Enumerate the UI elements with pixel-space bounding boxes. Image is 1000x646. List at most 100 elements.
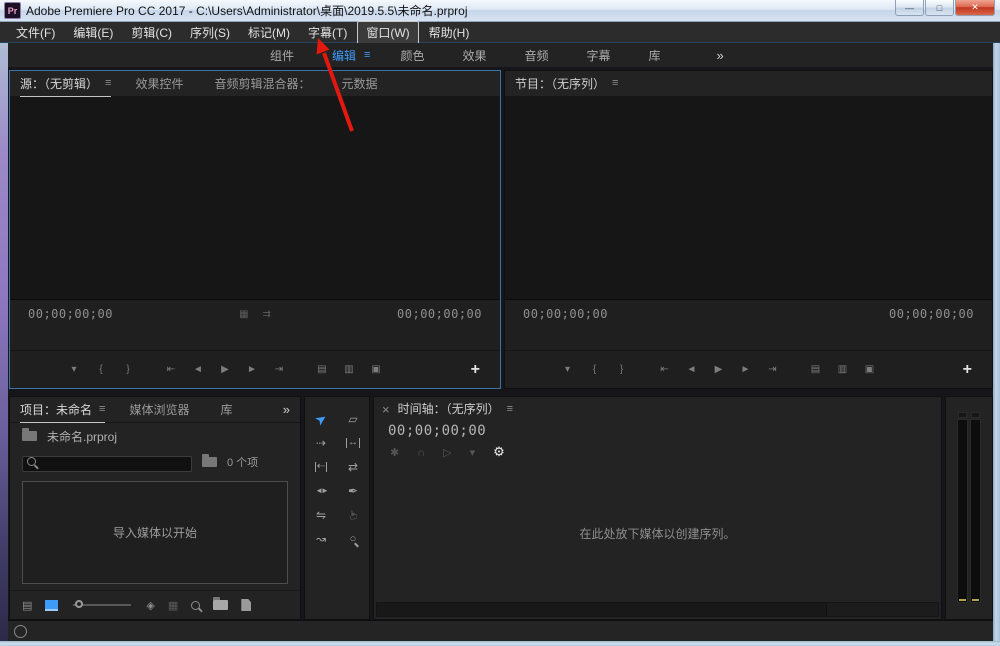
minimize-button[interactable]: —	[895, 0, 924, 16]
mark-out-icon[interactable]: }	[121, 364, 135, 375]
menu-clip[interactable]: 剪辑(C)	[123, 22, 180, 43]
workspace-tab-audio[interactable]: 音频	[524, 47, 556, 64]
menu-edit[interactable]: 编辑(E)	[65, 22, 121, 43]
tab-timeline[interactable]: 时间轴：（无序列） ≡	[398, 396, 513, 422]
rolling-edit-tool[interactable]: ⇠	[308, 457, 334, 477]
tab-project[interactable]: 项目：未命名≡	[20, 397, 105, 423]
play-icon[interactable]: ▶	[218, 364, 232, 375]
selection-tool[interactable]: ➤	[308, 409, 334, 429]
overwrite-icon[interactable]: ▥	[836, 364, 850, 375]
workspace-tab-effects[interactable]: 效果	[462, 47, 494, 64]
source-playhead-track[interactable]	[10, 328, 500, 351]
find-in-bin-icon[interactable]	[202, 457, 217, 467]
play-icon[interactable]: ▶	[712, 364, 726, 375]
timeline-panel: × 时间轴：（无序列） ≡ 00;00;00;00 ✱ ∩ ▷ ▾ ⚙ 在此处放下媒体以…	[373, 396, 942, 620]
button-editor-icon[interactable]: +	[471, 361, 480, 379]
menu-sequence[interactable]: 序列(S)	[182, 22, 238, 43]
workspace-tab-editing[interactable]: 编辑≡	[332, 47, 370, 64]
list-view-icon[interactable]: ▤	[22, 599, 32, 612]
item-count-label: 0 个项	[227, 454, 258, 470]
source-transport-bar: ▾ {} ⇤ ◄ ▶ ► ⇥ ▤ ▥ ▣ +	[10, 351, 500, 388]
rate-stretch-tool[interactable]: ⇄	[340, 457, 366, 477]
go-to-in-icon[interactable]: ⇤	[164, 364, 178, 375]
markers-menu-icon[interactable]: ▷	[443, 443, 451, 461]
ripple-edit-tool[interactable]: ↔	[340, 433, 366, 453]
insert-icon[interactable]: ▤	[809, 364, 823, 375]
pen-tool[interactable]: ✒	[340, 481, 366, 501]
hand-tool[interactable]: ☞	[340, 505, 366, 525]
add-marker-icon[interactable]: ▾	[470, 443, 476, 461]
overwrite-icon[interactable]: ▥	[342, 364, 356, 375]
source-current-timecode[interactable]: 00;00;00;00	[28, 307, 113, 321]
panel-close-icon[interactable]: ×	[382, 402, 390, 417]
workspace-tab-library[interactable]: 库	[649, 47, 669, 64]
tab-source[interactable]: 源：（无剪辑）≡	[20, 71, 111, 97]
workspace-overflow-icon[interactable]: »	[717, 48, 724, 63]
step-forward-icon[interactable]: ►	[739, 364, 753, 375]
track-select-forward-tool[interactable]: ⇢	[308, 433, 334, 453]
media-drop-zone[interactable]: 导入媒体以开始	[22, 481, 288, 584]
tab-program[interactable]: 节目：（无序列） ≡	[515, 71, 618, 97]
panel-overflow-icon[interactable]: »	[283, 402, 290, 417]
step-back-icon[interactable]: ◄	[685, 364, 699, 375]
free-draw-tool[interactable]: ↝	[308, 529, 334, 549]
snap-icon[interactable]: ✱	[390, 443, 399, 461]
mark-out-icon[interactable]: }	[615, 364, 629, 375]
new-item-icon[interactable]	[241, 599, 251, 611]
slide-tool[interactable]: ⇋	[308, 505, 334, 525]
mark-in-icon[interactable]: {	[94, 364, 108, 375]
tab-audio-clip-mixer[interactable]: 音频剪辑混合器：	[214, 71, 317, 97]
workspace-tab-captions[interactable]: 字幕	[587, 47, 619, 64]
select-zoom-icon[interactable]: ▦	[239, 309, 248, 320]
settings-icon[interactable]: ⇉	[263, 309, 271, 320]
insert-icon[interactable]: ▤	[315, 364, 329, 375]
menu-file[interactable]: 文件(F)	[8, 22, 63, 43]
timeline-scrollbar-thumb[interactable]	[377, 603, 827, 616]
free-transform-view-icon[interactable]: ◈	[146, 599, 154, 612]
step-forward-icon[interactable]: ►	[245, 364, 259, 375]
timeline-scrollbar[interactable]	[376, 602, 939, 617]
source-timecode-row: 00;00;00;00 ▦⇉ 00;00;00;00	[10, 300, 500, 328]
menu-titles[interactable]: 字幕(T)	[300, 22, 355, 43]
export-frame-icon[interactable]: ▣	[863, 364, 877, 375]
step-back-icon[interactable]: ◄	[191, 364, 205, 375]
button-editor-icon[interactable]: +	[963, 361, 972, 379]
linked-selection-icon[interactable]: ∩	[417, 443, 425, 461]
creative-cloud-icon[interactable]	[14, 625, 27, 638]
menu-markers[interactable]: 标记(M)	[240, 22, 298, 43]
tab-media-browser[interactable]: 媒体浏览器	[129, 397, 196, 423]
razor-tool[interactable]: ▱	[340, 409, 366, 429]
tab-effect-controls[interactable]: 效果控件	[135, 71, 190, 97]
new-bin-icon[interactable]	[213, 600, 228, 610]
mark-in-icon[interactable]: {	[588, 364, 602, 375]
workspace-tab-color[interactable]: 颜色	[400, 47, 432, 64]
project-file-row[interactable]: 未命名.prproj	[10, 423, 300, 449]
find-icon[interactable]	[191, 601, 200, 610]
go-to-in-icon[interactable]: ⇤	[658, 364, 672, 375]
slip-tool[interactable]: ◄►	[308, 481, 334, 501]
tab-libraries[interactable]: 库	[220, 397, 239, 423]
menu-window[interactable]: 窗口(W)	[357, 21, 418, 44]
workspace-tab-assembly[interactable]: 组件	[270, 47, 302, 64]
zoom-tool[interactable]: ○	[340, 529, 366, 549]
zoom-slider[interactable]	[73, 604, 131, 606]
go-to-out-icon[interactable]: ⇥	[272, 364, 286, 375]
timeline-drop-area[interactable]: 在此处放下媒体以创建序列。	[374, 465, 941, 602]
close-button[interactable]: ✕	[955, 0, 995, 16]
add-marker-icon[interactable]: ▾	[561, 364, 575, 375]
timeline-timecode[interactable]: 00;00;00;00	[374, 421, 941, 439]
icon-view-icon[interactable]	[45, 600, 58, 611]
export-frame-icon[interactable]: ▣	[369, 364, 383, 375]
go-to-out-icon[interactable]: ⇥	[766, 364, 780, 375]
title-bar[interactable]: Pr Adobe Premiere Pro CC 2017 - C:\Users…	[0, 0, 1000, 22]
menu-help[interactable]: 帮助(H)	[421, 22, 478, 43]
zoom-slider-knob[interactable]	[75, 600, 83, 608]
program-current-timecode[interactable]: 00;00;00;00	[523, 307, 608, 321]
add-marker-icon[interactable]: ▾	[67, 364, 81, 375]
timeline-settings-wrench-icon[interactable]: ⚙	[493, 443, 505, 461]
automate-to-sequence-icon[interactable]: ▦	[168, 599, 178, 612]
maximize-button[interactable]: □	[925, 0, 954, 16]
program-playhead-track[interactable]	[505, 328, 992, 351]
tab-metadata[interactable]: 元数据	[341, 71, 384, 97]
search-input[interactable]	[22, 456, 192, 472]
